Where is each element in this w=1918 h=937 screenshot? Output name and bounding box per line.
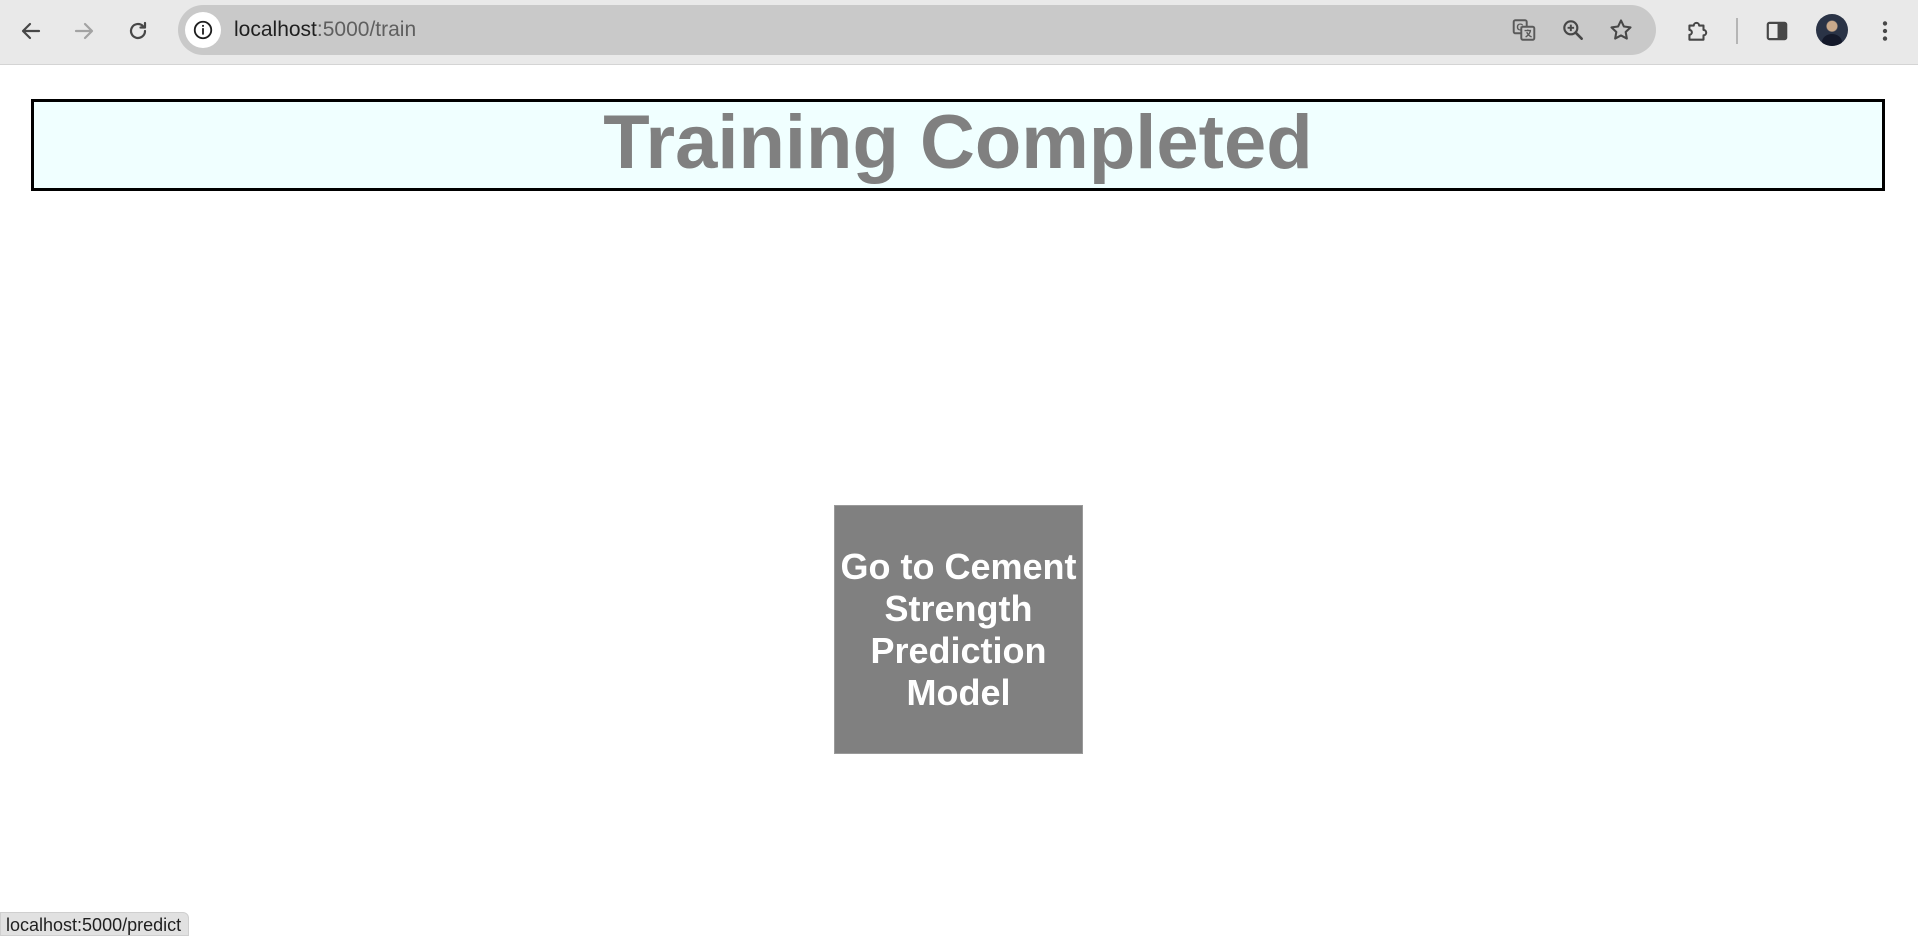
reload-icon — [129, 21, 147, 40]
toolbar-separator — [1736, 18, 1738, 44]
back-button[interactable] — [12, 12, 50, 50]
url-host: localhost — [234, 18, 317, 41]
url-text[interactable]: localhost:5000/train — [234, 5, 416, 55]
side-panel-button[interactable] — [1758, 12, 1796, 50]
translate-button[interactable]: G — [1509, 15, 1539, 45]
zoom-icon — [1563, 20, 1583, 40]
browser-menu-button[interactable] — [1866, 12, 1904, 50]
info-icon — [193, 20, 213, 40]
bookmark-button[interactable] — [1606, 15, 1636, 45]
browser-toolbar: localhost:5000/train G — [0, 0, 1918, 65]
page-title: Training Completed — [603, 100, 1313, 185]
forward-button[interactable] — [65, 12, 103, 50]
status-url-bubble: localhost:5000/predict — [0, 912, 190, 936]
address-bar[interactable]: localhost:5000/train G — [178, 5, 1656, 55]
go-to-prediction-button[interactable]: Go to Cement Strength Prediction Model — [834, 505, 1083, 754]
extensions-button[interactable] — [1678, 12, 1716, 50]
translate-icon: G — [1512, 19, 1536, 41]
kebab-menu-icon — [1882, 21, 1888, 41]
side-panel-icon — [1766, 21, 1788, 41]
avatar[interactable] — [1816, 14, 1848, 46]
puzzle-icon — [1688, 21, 1708, 41]
forward-arrow-icon — [74, 22, 94, 40]
site-info-button[interactable] — [185, 12, 221, 48]
back-arrow-icon — [21, 22, 41, 40]
star-icon — [1610, 19, 1632, 40]
reload-button[interactable] — [119, 12, 157, 50]
heading-banner: Training Completed — [31, 99, 1885, 191]
url-path: :5000/train — [316, 18, 417, 41]
go-to-prediction-label: Go to Cement Strength Prediction Model — [840, 545, 1077, 713]
page-content: Training Completed Go to Cement Strength… — [0, 65, 1918, 933]
zoom-button[interactable] — [1558, 15, 1588, 45]
